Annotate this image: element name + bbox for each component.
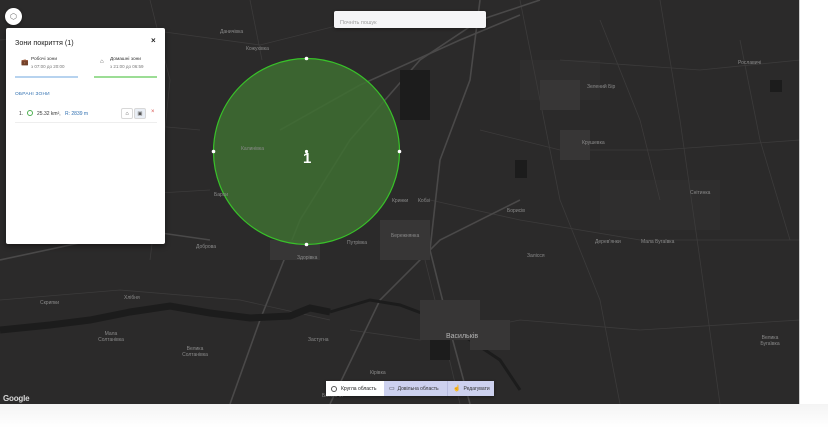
home-zones-label: Домашні зони xyxy=(110,57,141,62)
zone-number-label: 1 xyxy=(303,150,312,167)
set-work-zone-button[interactable]: ▣ xyxy=(134,108,146,119)
map-label: Доброва xyxy=(196,244,217,250)
map-label: Бережнянка xyxy=(391,233,420,239)
zone-handle-left[interactable] xyxy=(211,149,216,154)
edit-button[interactable]: ☝ Редагувати xyxy=(447,381,494,396)
search-input[interactable] xyxy=(334,14,486,32)
panel-title: Зони покриття (1) xyxy=(15,38,74,47)
circle-zone-icon xyxy=(27,110,33,116)
folder-icon: ▭ xyxy=(389,386,395,392)
round-area-button[interactable]: Кругла область xyxy=(326,381,384,396)
close-icon[interactable]: × xyxy=(151,36,156,45)
map-label: Мала Бугаївка xyxy=(641,239,675,245)
map-label: Зелений Бір xyxy=(587,84,616,90)
work-zones-label: Робочі зони xyxy=(31,57,58,62)
map-label: Даничівка xyxy=(220,29,244,35)
zone-list-item[interactable]: 1. 25.32 km², R: 2839 m ⌂ ▣ × xyxy=(15,108,157,123)
home-zones-time: з 21:00 до 06:59 xyxy=(110,64,144,69)
map-label: Мала Солтанівка xyxy=(98,331,124,343)
house-icon: ⌂ xyxy=(125,110,129,117)
google-attribution: Google xyxy=(3,394,30,403)
hand-icon: ☝ xyxy=(453,386,461,392)
tag-icon: ⬡ xyxy=(10,12,17,21)
map-view[interactable]: Даничівка Кожухівка Калинівка Бархи Добр… xyxy=(0,0,800,404)
map-label-city: Васильків xyxy=(446,333,479,340)
map-label: Рославичі xyxy=(738,60,762,66)
zone-index: 1. xyxy=(19,111,24,117)
map-label: Велика Бугаївка xyxy=(760,335,780,347)
map-label: Бархи xyxy=(214,192,229,198)
map-label: Путрівка xyxy=(347,240,368,246)
map-label: Здорівка xyxy=(297,255,318,261)
house-icon: ⌂ xyxy=(100,59,104,65)
map-label: Застугна xyxy=(308,337,329,343)
map-label: Калинівка xyxy=(241,146,265,152)
search-box[interactable] xyxy=(334,11,486,32)
map-label: Крушевка xyxy=(582,140,605,146)
map-label: Кринки xyxy=(392,198,409,204)
selected-zones-heading: ОБРАНІ ЗОНИ xyxy=(15,92,50,97)
work-zones-time: з 07:00 до 20:00 xyxy=(31,64,65,69)
zone-handle-top[interactable] xyxy=(304,56,309,61)
home-zones-card[interactable]: ⌂ Домашні зони з 21:00 до 06:59 xyxy=(94,56,157,78)
drawing-toolbar: Кругла область ▭ Довільна область ☝ Реда… xyxy=(326,381,494,396)
briefcase-icon: ▣ xyxy=(137,110,143,117)
set-home-zone-button[interactable]: ⌂ xyxy=(121,108,133,119)
map-label: Дерев'янки xyxy=(595,239,621,245)
coverage-zones-panel: Зони покриття (1) × 💼 Робочі зони з 07:0… xyxy=(6,28,165,244)
map-label: Велика Солтанівка xyxy=(182,346,208,358)
work-zones-card[interactable]: 💼 Робочі зони з 07:00 до 20:00 xyxy=(15,56,78,78)
map-label: Борисів xyxy=(507,208,525,214)
zone-area: 25.32 km², xyxy=(37,111,61,117)
map-label: Кірівка xyxy=(370,370,386,376)
circle-icon xyxy=(331,385,337,392)
map-label: Скрипки xyxy=(40,300,60,306)
map-label: Снітинка xyxy=(690,190,711,196)
zones-toggle-button[interactable]: ⬡ xyxy=(5,8,22,25)
map-label: Хлібня xyxy=(124,295,140,301)
zone-handle-bottom[interactable] xyxy=(304,242,309,247)
map-label: Кобзі xyxy=(418,198,430,204)
free-area-label: Довільна область xyxy=(397,385,439,392)
map-label: Кожухівка xyxy=(246,46,269,52)
zone-radius: R: 2839 m xyxy=(65,111,89,117)
free-area-button[interactable]: ▭ Довільна область xyxy=(384,381,447,396)
delete-zone-icon[interactable]: × xyxy=(151,109,155,115)
page-footer-shadow xyxy=(0,404,828,428)
map-label: Залісся xyxy=(527,253,545,259)
zone-handle-right[interactable] xyxy=(397,149,402,154)
round-area-label: Кругла область xyxy=(341,385,377,392)
briefcase-icon: 💼 xyxy=(21,60,29,66)
edit-label: Редагувати xyxy=(463,385,490,392)
